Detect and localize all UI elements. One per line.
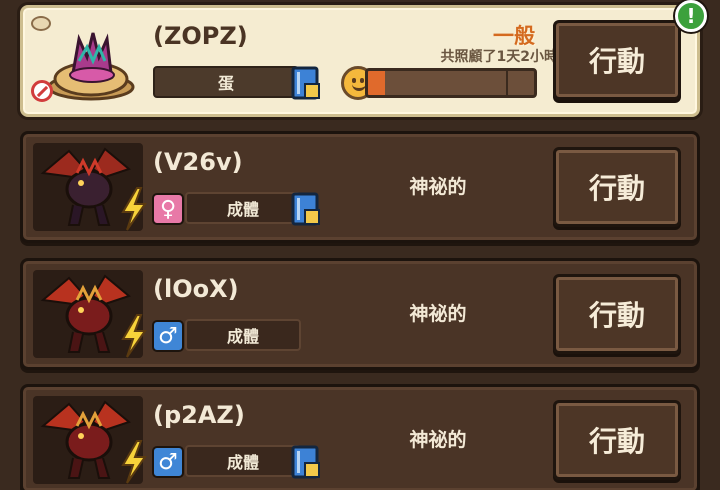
pet-status-text: 神祕的 (409, 176, 467, 198)
care-progress-bar (365, 68, 537, 98)
pet-name: (ZOPZ) (153, 22, 248, 50)
female-icon: ♀ (152, 193, 184, 225)
pet-stage-label: 成體 (185, 192, 301, 224)
action-button[interactable]: 行動 (553, 20, 681, 100)
book-icon[interactable] (291, 66, 321, 100)
male-icon: ♂ (152, 320, 184, 352)
lightning-icon (121, 187, 147, 231)
pet-status-text: 神祕的 (409, 429, 467, 451)
pet-stage-label: 成體 (185, 319, 301, 351)
care-time-text: 共照顧了1天2小時 (440, 49, 558, 65)
no-entry-icon[interactable] (31, 80, 53, 102)
book-icon[interactable] (291, 192, 321, 226)
action-button[interactable]: 行動 (553, 274, 681, 354)
care-progress-fill (368, 71, 385, 95)
pet-stage-label: 蛋 (153, 66, 299, 98)
pet-stage-label: 成體 (185, 445, 301, 477)
action-button[interactable]: 行動 (553, 147, 681, 227)
pet-card[interactable]: (lOoX) ♂ 成體 神祕的 行動 (20, 258, 700, 370)
pet-status-text: 神祕的 (409, 303, 467, 325)
pet-name: (V26v) (153, 148, 243, 176)
pet-card[interactable]: (V26v) ♀ 成體 神祕的 行動 (20, 131, 700, 243)
alert-badge-icon[interactable]: ! (675, 0, 707, 32)
pet-name: (lOoX) (153, 275, 239, 303)
book-icon[interactable] (291, 445, 321, 479)
male-icon: ♂ (152, 446, 184, 478)
egg-small-icon (31, 16, 51, 31)
progress-segment (506, 71, 508, 95)
pet-card-selected[interactable]: (ZOPZ) 蛋 一般 共照顧了1天2小時 行動 ! (20, 0, 707, 117)
pet-card[interactable]: (p2AZ) ♂ 成體 神祕的 行動 (20, 384, 700, 490)
lightning-icon (121, 440, 147, 484)
pet-name: (p2AZ) (153, 401, 245, 429)
action-button[interactable]: 行動 (553, 400, 681, 480)
lightning-icon (121, 314, 147, 358)
